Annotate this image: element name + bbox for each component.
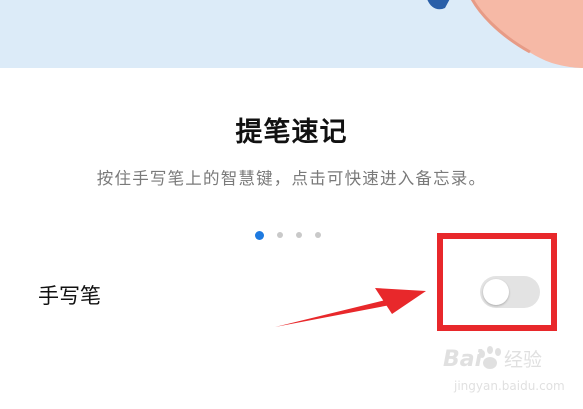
pager-dot-active[interactable]	[255, 230, 264, 240]
illustration-image	[0, 0, 583, 68]
pager-indicator	[255, 230, 321, 240]
pager-dot[interactable]	[296, 232, 302, 238]
pager-dot[interactable]	[277, 232, 283, 238]
svg-text:jingyan.baidu.com: jingyan.baidu.com	[453, 379, 565, 393]
page-title: 提笔速记	[235, 117, 348, 148]
red-arrow-icon	[275, 288, 426, 327]
screen: 提笔速记 按住手写笔上的智慧键，点击可快速进入备忘录。 手写笔 Bai 经验 j…	[0, 0, 583, 409]
illustration-banner	[0, 0, 583, 68]
svg-text:Bai: Bai	[443, 347, 483, 372]
page-subtitle: 按住手写笔上的智慧键，点击可快速进入备忘录。	[96, 169, 487, 188]
pager-dot[interactable]	[315, 232, 321, 238]
svg-text:经验: 经验	[504, 349, 542, 371]
baidu-watermark-logo: Bai 经验 jingyan.baidu.com	[443, 346, 565, 393]
toggle-knob[interactable]	[483, 279, 509, 305]
stylus-setting-label: 手写笔	[38, 284, 101, 308]
stylus-toggle-switch[interactable]	[480, 276, 540, 308]
